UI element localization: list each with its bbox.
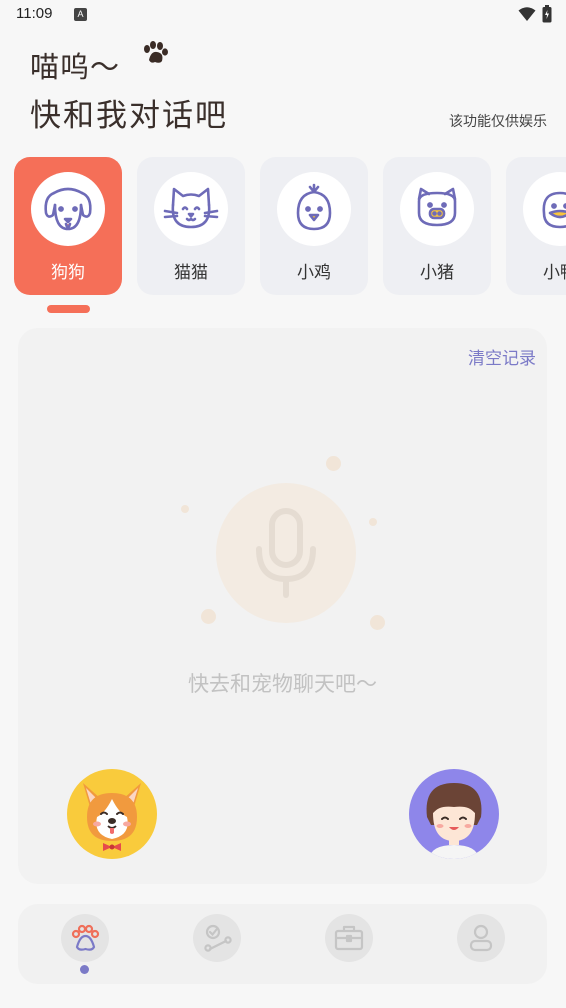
notification-badge: A [74,8,87,21]
bottom-navigation [18,904,547,984]
paw-icon [71,924,100,951]
decor-dot [370,615,385,630]
decor-dot [181,505,189,513]
cat-icon [163,187,219,229]
pet-selector: 狗狗 猫猫 小鸡 小猪 小 [14,157,566,297]
pet-tab-pig[interactable]: 小猪 [383,157,491,295]
status-time: 11:09 [16,5,53,22]
microphone-button[interactable] [216,483,356,623]
paw-icon [144,41,168,63]
profile-icon [469,924,493,952]
greeting-line-2: 快和我对话吧 [30,98,228,134]
pet-icon-circle [154,172,228,246]
pet-tab-dog[interactable]: 狗狗 [14,157,122,295]
chat-card: 清空记录 快去和宠物聊天吧～ [18,328,547,884]
pet-avatar[interactable] [67,769,157,859]
pet-tab-label: 小鸭 [543,263,566,283]
user-avatar[interactable] [409,769,499,859]
pet-icon-circle [523,172,566,246]
pet-tab-cat[interactable]: 猫猫 [137,157,245,295]
chick-icon [296,183,332,231]
nav-bone[interactable] [193,914,241,962]
pet-tab-duck[interactable]: 小鸭 [506,157,566,295]
status-icons [518,5,552,23]
disclaimer-text: 该功能仅供娱乐 [449,114,547,130]
pet-icon-circle [31,172,105,246]
nav-pet-chat[interactable] [61,914,109,962]
decor-dot [326,456,341,471]
empty-state: 快去和宠物聊天吧～ [18,328,547,728]
wifi-icon [518,7,536,21]
nav-profile[interactable] [457,914,505,962]
decor-dot [369,518,377,526]
nav-active-dot [80,965,89,974]
pet-tab-chick[interactable]: 小鸡 [260,157,368,295]
pet-tab-label: 猫猫 [174,263,208,283]
empty-chat-hint: 快去和宠物聊天吧～ [188,672,377,696]
microphone-icon [256,508,316,598]
pet-icon-circle [277,172,351,246]
battery-icon [542,5,552,23]
pet-tab-label: 狗狗 [51,263,85,283]
pet-tab-label: 小鸡 [297,263,331,283]
pet-tab-label: 小猪 [420,263,454,283]
toolbox-icon [334,925,364,951]
greeting-line-1: 喵呜～ [30,50,121,84]
user-avatar-icon [426,783,482,859]
dog-icon [44,187,92,231]
status-bar: 11:09 A [0,0,566,30]
nav-toolbox[interactable] [325,914,373,962]
bone-icon [204,924,232,952]
duck-icon [542,191,566,229]
decor-dot [201,609,216,624]
pet-icon-circle [400,172,474,246]
corgi-avatar-icon [83,783,141,851]
pig-icon [417,187,457,227]
pet-tab-indicator [47,305,90,313]
